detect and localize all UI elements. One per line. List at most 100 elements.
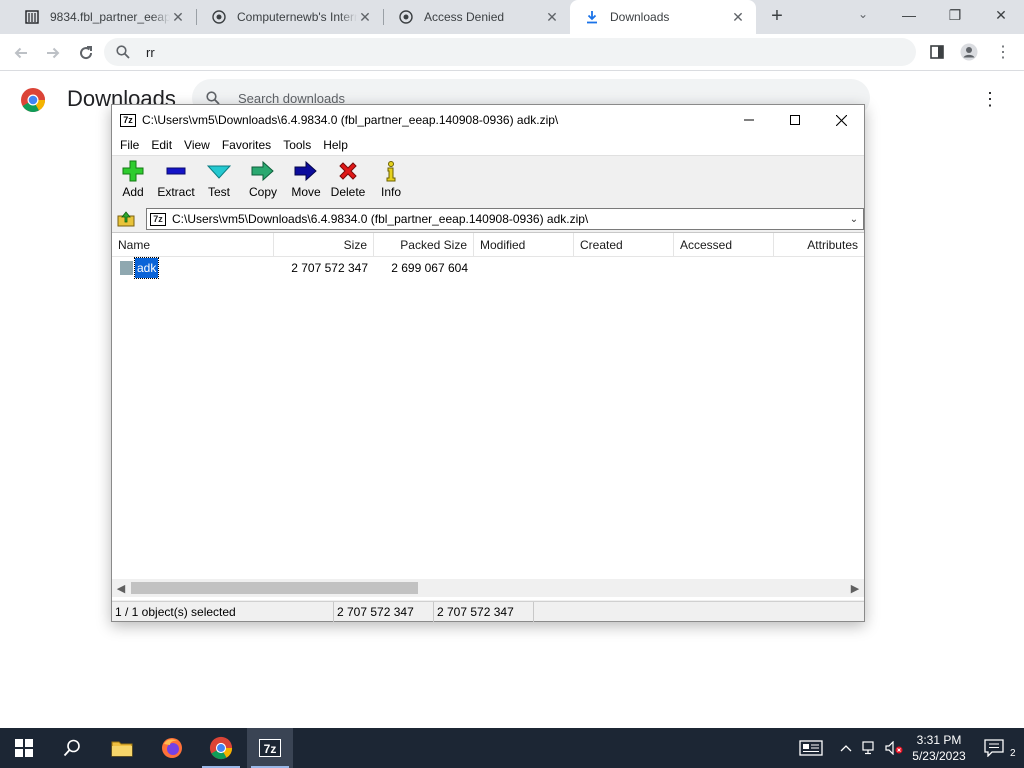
minimize-button[interactable]: — [886,0,932,30]
tab-label: Downloads [610,10,670,24]
new-tab-button[interactable]: + [766,6,788,28]
menu-favorites[interactable]: Favorites [216,138,277,152]
status-size: 2 707 572 347 [334,602,434,622]
row-name: adk [133,257,160,279]
close-tab-icon[interactable]: ✕ [544,9,560,25]
scroll-right-icon[interactable]: ▶ [846,579,864,597]
chrome-logo-icon [20,87,46,113]
search-icon [63,739,80,757]
menu-view[interactable]: View [178,138,216,152]
notification-center-icon[interactable] [980,728,1008,768]
menu-tools[interactable]: Tools [277,138,317,152]
forward-button[interactable] [40,40,66,66]
close-tab-icon[interactable]: ✕ [730,9,746,25]
tab-adk-zip[interactable]: 9834.fbl_partner_eeap.140908-0936 adk.zi… [10,0,196,34]
up-folder-icon [117,211,135,227]
scroll-left-icon[interactable]: ◀ [112,579,130,597]
archive-icon: 7z [150,212,166,226]
tab-label: 9834.fbl_partner_eeap.140908-0936 adk.zi… [50,10,170,24]
side-panel-icon[interactable] [928,43,946,61]
column-created[interactable]: Created [574,233,674,257]
horizontal-scrollbar[interactable]: ◀ ▶ [112,579,864,597]
taskbar-search-button[interactable] [49,728,95,768]
more-actions-icon[interactable]: ⋮ [980,88,1000,110]
start-button[interactable] [1,728,47,768]
profile-avatar-icon[interactable] [960,43,978,61]
reload-icon [80,46,93,60]
chrome-icon [209,736,233,760]
forward-arrow-icon [47,47,60,59]
row-size: 2 707 572 347 [291,261,368,275]
file-list: Name Size Packed Size Modified Created A… [112,232,864,600]
column-header: Name Size Packed Size Modified Created A… [112,233,864,257]
site-icon [211,9,227,25]
back-button[interactable] [8,40,34,66]
sevenzip-app-icon: 7z [120,113,136,127]
close-tab-icon[interactable]: ✕ [357,9,373,25]
sevenzip-toolbar: Add Extract Test Copy Move Delete Info [112,157,864,205]
column-accessed[interactable]: Accessed [674,233,774,257]
reload-button[interactable] [73,40,99,66]
window-titlebar[interactable]: 7z C:\Users\vm5\Downloads\6.4.9834.0 (fb… [112,105,864,135]
column-size[interactable]: Size [274,233,374,257]
clock-time: 3:31 PM [916,733,962,747]
test-label: Test [207,185,230,199]
tab-downloads[interactable]: Downloads ✕ [570,0,756,34]
site-icon [398,9,414,25]
column-attributes[interactable]: Attributes [774,233,864,257]
tab-label: Computernewb's Internet Archive [237,10,357,24]
search-icon [116,44,132,60]
window-title: C:\Users\vm5\Downloads\6.4.9834.0 (fbl_p… [142,113,559,127]
tab-label: Access Denied [424,10,505,24]
volume-muted-icon[interactable] [884,728,906,768]
status-packed: 2 707 572 347 [434,602,534,622]
menu-bar: File Edit View Favorites Tools Help [112,135,864,156]
back-arrow-icon [14,47,27,59]
start-icon [15,739,33,757]
status-selection: 1 / 1 object(s) selected [112,602,334,622]
taskbar-chrome[interactable] [198,728,244,768]
menu-edit[interactable]: Edit [145,138,178,152]
maximize-icon [790,115,800,125]
minimize-button[interactable] [726,105,772,135]
tab-search-icon[interactable]: ⌄ [854,7,872,25]
taskbar-firefox[interactable] [149,728,195,768]
column-name[interactable]: Name [112,233,274,257]
menu-help[interactable]: Help [317,138,354,152]
tab-computernewb[interactable]: Computernewb's Internet Archive ✕ [197,0,383,34]
tab-access-denied[interactable]: Access Denied ✕ [384,0,570,34]
info-icon [366,160,416,182]
row-name-cell[interactable]: adk [114,257,274,279]
address-input[interactable] [172,212,832,226]
chevron-down-icon[interactable]: ⌄ [847,211,861,227]
scrollbar-thumb[interactable] [131,582,418,594]
browser-toolbar: ⋮ [0,34,1024,71]
clock[interactable]: 3:31 PM 5/23/2023 [906,732,972,764]
column-packed-size[interactable]: Packed Size [374,233,474,257]
network-icon[interactable] [860,728,880,768]
taskbar-file-explorer[interactable] [99,728,145,768]
omnibox[interactable] [104,38,916,66]
taskbar-7zip[interactable]: 7z [247,728,293,768]
table-row[interactable]: adk 2 707 572 347 2 699 067 604 [112,257,864,279]
taskbar: 7z 3:31 PM 5/23/2023 2 [0,728,1024,768]
restore-button[interactable]: ❐ [932,0,978,30]
news-widget-icon[interactable] [796,728,826,768]
chrome-menu-icon[interactable]: ⋮ [994,43,1012,61]
close-window-button[interactable]: ✕ [978,0,1024,30]
row-accessed [674,258,774,278]
omnibox-input[interactable] [146,44,846,60]
up-folder-button[interactable] [116,210,136,228]
test-button[interactable]: Test [194,160,244,204]
address-bar[interactable]: 7z ⌄ [146,208,864,230]
column-modified[interactable]: Modified [474,233,574,257]
close-tab-icon[interactable]: ✕ [170,9,186,25]
menu-file[interactable]: File [114,138,145,152]
close-button[interactable] [818,105,864,135]
download-icon [584,9,600,25]
maximize-button[interactable] [772,105,818,135]
clock-date: 5/23/2023 [912,749,966,763]
status-bar: 1 / 1 object(s) selected 2 707 572 347 2… [112,601,864,622]
tray-chevron-up-icon[interactable] [838,728,854,768]
info-button[interactable]: Info [366,160,416,204]
